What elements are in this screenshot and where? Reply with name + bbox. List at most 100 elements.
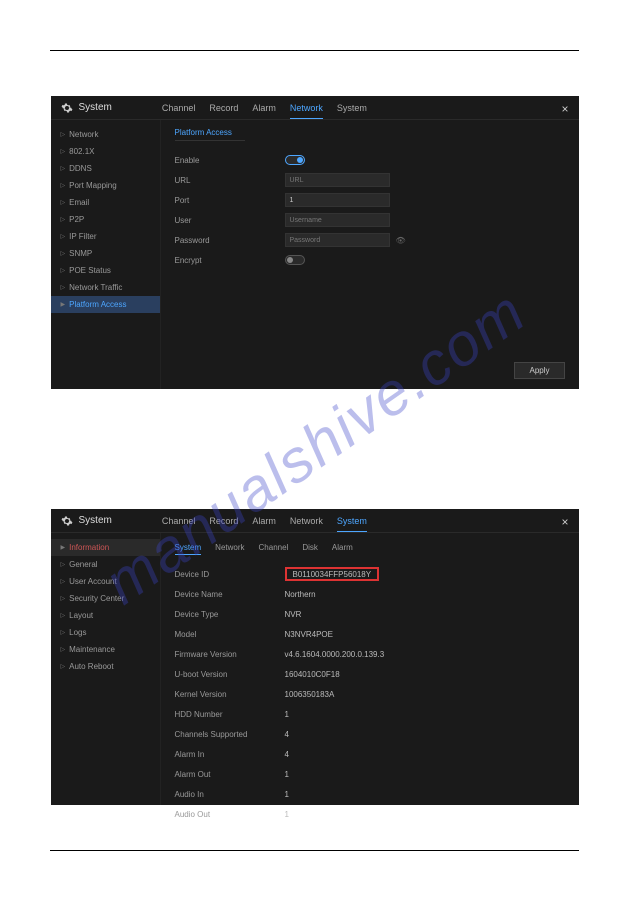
topbar: System Channel Record Alarm Network Syst…	[51, 509, 579, 533]
sidebar-item-general[interactable]: ▷General	[51, 556, 160, 573]
sidebar-item-ip-filter[interactable]: ▷IP Filter	[51, 228, 160, 245]
apply-button[interactable]: Apply	[514, 362, 564, 379]
tab-system[interactable]: System	[337, 97, 367, 119]
close-icon[interactable]: ×	[561, 515, 568, 529]
sidebar: ▷Network ▷802.1X ▷DDNS ▷Port Mapping ▷Em…	[51, 120, 161, 389]
info-value: 1	[285, 810, 289, 819]
sidebar-item-network[interactable]: ▷Network	[51, 126, 160, 143]
eye-icon[interactable]: 👁	[396, 236, 406, 245]
sidebar-item-security-center[interactable]: ▷Security Center	[51, 590, 160, 607]
user-label: User	[175, 216, 285, 225]
row-port: Port 1	[175, 193, 565, 207]
info-value: 4	[285, 750, 289, 759]
gear-icon	[61, 102, 73, 114]
sidebar-item-poe-status[interactable]: ▷POE Status	[51, 262, 160, 279]
main-tabs: Channel Record Alarm Network System	[162, 97, 367, 119]
sidebar-item-information[interactable]: ▶Information	[51, 539, 160, 556]
info-label: Audio Out	[175, 810, 285, 819]
tab-system[interactable]: System	[337, 510, 367, 532]
topbar: System Channel Record Alarm Network Syst…	[51, 96, 579, 120]
tab-alarm[interactable]: Alarm	[252, 97, 276, 119]
subtab-channel[interactable]: Channel	[259, 541, 289, 555]
gear-icon	[61, 515, 73, 527]
tab-record[interactable]: Record	[209, 97, 238, 119]
row-encrypt: Encrypt	[175, 253, 565, 267]
subtab-network[interactable]: Network	[215, 541, 244, 555]
info-value: 1	[285, 770, 289, 779]
tab-network[interactable]: Network	[290, 510, 323, 532]
tab-channel[interactable]: Channel	[162, 510, 196, 532]
info-label: Device Type	[175, 610, 285, 619]
sidebar: ▶Information ▷General ▷User Account ▷Sec…	[51, 533, 161, 805]
row-url: URL URL	[175, 173, 565, 187]
row-enable: Enable	[175, 153, 565, 167]
close-icon[interactable]: ×	[561, 102, 568, 116]
encrypt-label: Encrypt	[175, 256, 285, 265]
panel-title: System	[79, 515, 112, 526]
sidebar-item-layout[interactable]: ▷Layout	[51, 607, 160, 624]
panel-title: System	[79, 102, 112, 113]
sidebar-item-ddns[interactable]: ▷DDNS	[51, 160, 160, 177]
sidebar-item-maintenance[interactable]: ▷Maintenance	[51, 641, 160, 658]
info-value: 1	[285, 710, 289, 719]
network-panel: System Channel Record Alarm Network Syst…	[51, 96, 579, 389]
info-label: HDD Number	[175, 710, 285, 719]
url-label: URL	[175, 176, 285, 185]
enable-toggle[interactable]	[285, 155, 305, 165]
info-value: 1	[285, 790, 289, 799]
enable-label: Enable	[175, 156, 285, 165]
sidebar-item-auto-reboot[interactable]: ▷Auto Reboot	[51, 658, 160, 675]
info-value: NVR	[285, 610, 302, 619]
tab-network[interactable]: Network	[290, 97, 323, 119]
content-area: System Network Channel Disk Alarm Device…	[161, 533, 579, 805]
row-password: Password Password 👁	[175, 233, 565, 247]
content-area: Platform Access Enable URL URL Port 1 Us…	[161, 120, 579, 389]
subtab-system[interactable]: System	[175, 541, 202, 555]
password-input[interactable]: Password	[285, 233, 390, 247]
url-input[interactable]: URL	[285, 173, 390, 187]
info-label: Channels Supported	[175, 730, 285, 739]
tab-channel[interactable]: Channel	[162, 97, 196, 119]
top-divider	[50, 50, 579, 51]
sidebar-item-port-mapping[interactable]: ▷Port Mapping	[51, 177, 160, 194]
port-label: Port	[175, 196, 285, 205]
user-input[interactable]: Username	[285, 213, 390, 227]
main-tabs: Channel Record Alarm Network System	[162, 510, 367, 532]
info-value: 1006350183A	[285, 690, 335, 699]
sidebar-item-p2p[interactable]: ▷P2P	[51, 211, 160, 228]
info-label: Alarm Out	[175, 770, 285, 779]
info-value: Northern	[285, 590, 316, 599]
password-label: Password	[175, 236, 285, 245]
sidebar-item-platform-access[interactable]: ▶Platform Access	[51, 296, 160, 313]
sidebar-item-user-account[interactable]: ▷User Account	[51, 573, 160, 590]
tab-record[interactable]: Record	[209, 510, 238, 532]
info-label: Device Name	[175, 590, 285, 599]
subtabs: System Network Channel Disk Alarm	[175, 541, 565, 555]
sidebar-item-logs[interactable]: ▷Logs	[51, 624, 160, 641]
sidebar-item-network-traffic[interactable]: ▷Network Traffic	[51, 279, 160, 296]
info-label: U-boot Version	[175, 670, 285, 679]
info-value: N3NVR4POE	[285, 630, 333, 639]
system-info-panel: System Channel Record Alarm Network Syst…	[51, 509, 579, 805]
info-label: Alarm In	[175, 750, 285, 759]
row-user: User Username	[175, 213, 565, 227]
subtab-disk[interactable]: Disk	[302, 541, 318, 555]
info-label: Kernel Version	[175, 690, 285, 699]
info-value: 4	[285, 730, 289, 739]
sidebar-item-snmp[interactable]: ▷SNMP	[51, 245, 160, 262]
port-input[interactable]: 1	[285, 193, 390, 207]
tab-alarm[interactable]: Alarm	[252, 510, 276, 532]
sidebar-item-8021x[interactable]: ▷802.1X	[51, 143, 160, 160]
encrypt-toggle[interactable]	[285, 255, 305, 265]
sidebar-item-email[interactable]: ▷Email	[51, 194, 160, 211]
info-value: v4.6.1604.0000.200.0.139.3	[285, 650, 385, 659]
info-label: Model	[175, 630, 285, 639]
info-value: 1604010C0F18	[285, 670, 340, 679]
device-id-value: B0110034FFP56018Y	[285, 567, 380, 581]
info-label: Firmware Version	[175, 650, 285, 659]
bottom-divider	[50, 850, 579, 851]
content-subtitle: Platform Access	[175, 128, 245, 141]
info-label: Device ID	[175, 570, 285, 579]
info-label: Audio In	[175, 790, 285, 799]
subtab-alarm[interactable]: Alarm	[332, 541, 353, 555]
